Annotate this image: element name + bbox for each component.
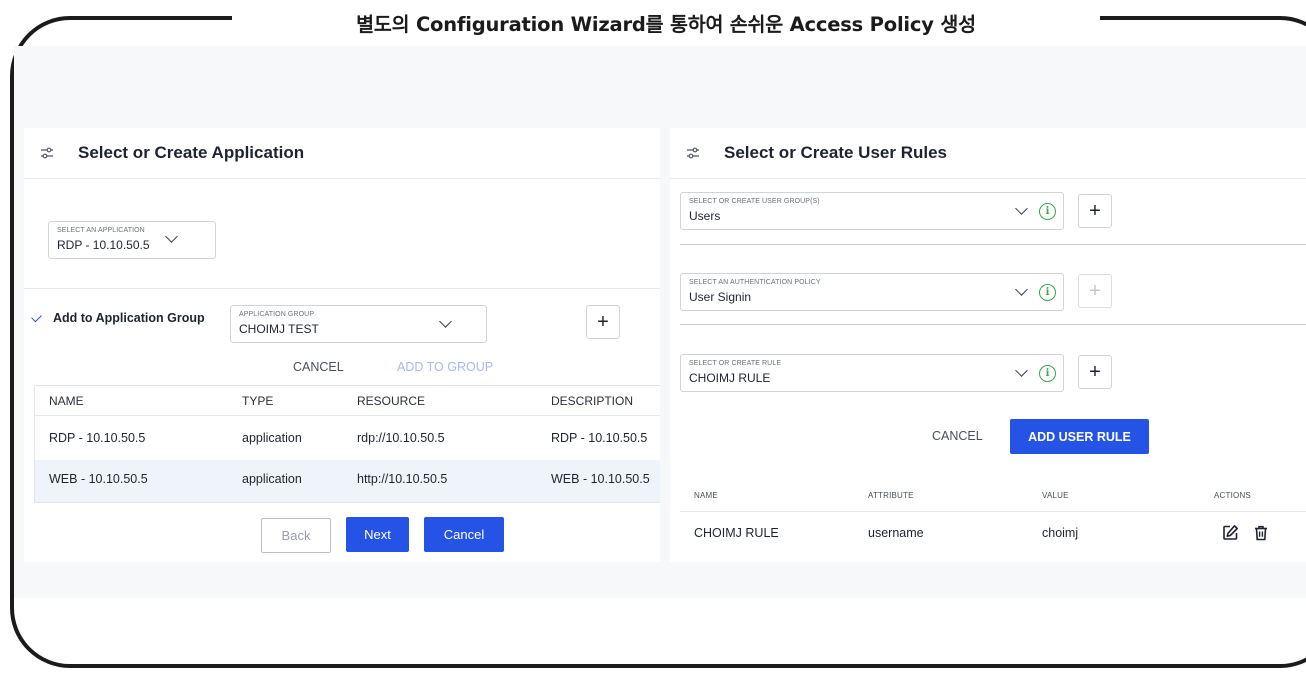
user-group-select-value: Users	[689, 209, 721, 223]
panel-header: Select or Create User Rules	[670, 128, 1306, 179]
panel-title: Select or Create User Rules	[724, 143, 947, 162]
next-button[interactable]: Next	[346, 517, 409, 552]
select-user-rules-panel: Select or Create User Rules SELECT OR CR…	[670, 128, 1306, 562]
add-to-group-checkbox[interactable]: Add to Application Group	[31, 311, 205, 325]
table-row-selected[interactable]: WEB - 10.10.50.5 application http://10.1…	[35, 460, 660, 502]
cancel-button[interactable]: Cancel	[424, 517, 504, 552]
column-header-attribute: ATTRIBUTE	[868, 491, 914, 500]
add-rule-button[interactable]: +	[1078, 355, 1112, 389]
plus-icon: +	[1089, 360, 1101, 383]
cancel-rule-button[interactable]: CANCEL	[932, 429, 983, 443]
column-header-type: TYPE	[242, 394, 274, 408]
panel-title: Select or Create Application	[78, 143, 305, 162]
info-icon[interactable]: i	[1039, 284, 1056, 301]
table-header-row: NAME TYPE RESOURCE DESCRIPTION	[35, 386, 660, 416]
rules-table-divider	[680, 511, 1306, 512]
filter-sliders-icon	[686, 146, 706, 160]
column-header-description: DESCRIPTION	[551, 394, 634, 408]
add-authentication-policy-button[interactable]: +	[1078, 274, 1112, 308]
add-application-group-button[interactable]: +	[586, 305, 620, 339]
banner-title: 별도의 Configuration Wizard를 통하여 손쉬운 Access…	[356, 13, 976, 36]
cell-name: RDP - 10.10.50.5	[49, 431, 146, 445]
info-icon[interactable]: i	[1039, 203, 1056, 220]
section-divider	[680, 324, 1306, 325]
edit-icon[interactable]	[1222, 524, 1239, 546]
chevron-down-icon	[1015, 202, 1028, 215]
authentication-policy-select[interactable]: SELECT AN AUTHENTICATION POLICY User Sig…	[680, 273, 1064, 311]
chevron-down-icon	[1015, 364, 1028, 377]
rule-select[interactable]: SELECT OR CREATE RULE CHOIMJ RULE i	[680, 354, 1064, 392]
cell-value: choimj	[1042, 526, 1079, 540]
authentication-policy-select-label: SELECT AN AUTHENTICATION POLICY	[689, 279, 821, 286]
application-group-select-value: CHOIMJ TEST	[239, 322, 319, 336]
cell-name: CHOIMJ RULE	[694, 526, 779, 540]
panel-header: Select or Create Application	[24, 128, 660, 179]
filter-sliders-icon	[40, 146, 60, 160]
application-select-label: SELECT AN APPLICATION	[57, 227, 145, 234]
rule-select-value: CHOIMJ RULE	[689, 371, 771, 385]
trash-icon[interactable]	[1254, 525, 1268, 546]
chevron-down-icon	[1015, 283, 1028, 296]
cell-type: application	[242, 431, 302, 445]
rule-select-label: SELECT OR CREATE RULE	[689, 360, 782, 367]
plus-icon: +	[597, 310, 609, 333]
plus-icon: +	[1089, 279, 1101, 302]
cell-description: RDP - 10.10.50.5	[551, 431, 648, 445]
cell-resource: rdp://10.10.50.5	[357, 431, 445, 445]
user-group-select[interactable]: SELECT OR CREATE USER GROUP(S) Users i	[680, 192, 1064, 230]
add-to-group-label: Add to Application Group	[53, 311, 205, 325]
info-icon[interactable]: i	[1039, 365, 1056, 382]
application-group-select[interactable]: APPLICATION GROUP CHOIMJ TEST	[230, 305, 487, 343]
application-select-value: RDP - 10.10.50.5	[57, 238, 150, 252]
section-divider	[24, 288, 660, 289]
column-header-resource: RESOURCE	[357, 394, 426, 408]
authentication-policy-select-value: User Signin	[689, 290, 752, 304]
column-header-name: NAME	[694, 491, 718, 500]
column-header-actions: ACTIONS	[1214, 491, 1251, 500]
check-icon	[31, 311, 42, 322]
cell-name: WEB - 10.10.50.5	[49, 472, 148, 486]
cell-attribute: username	[868, 526, 924, 540]
cell-resource: http://10.10.50.5	[357, 472, 448, 486]
column-header-value: VALUE	[1042, 491, 1069, 500]
section-divider	[680, 244, 1306, 245]
add-user-rule-button[interactable]: ADD USER RULE	[1010, 419, 1149, 454]
plus-icon: +	[1089, 199, 1101, 222]
back-button[interactable]: Back	[261, 518, 331, 553]
column-header-name: NAME	[49, 394, 84, 408]
cell-description: WEB - 10.10.50.5	[551, 472, 650, 486]
cell-type: application	[242, 472, 302, 486]
table-row[interactable]: RDP - 10.10.50.5 application rdp://10.10…	[35, 417, 660, 460]
add-user-group-button[interactable]: +	[1078, 194, 1112, 228]
application-table: NAME TYPE RESOURCE DESCRIPTION RDP - 10.…	[34, 385, 660, 503]
chevron-down-icon	[165, 230, 178, 243]
cancel-group-button[interactable]: CANCEL	[293, 360, 344, 374]
user-group-select-label: SELECT OR CREATE USER GROUP(S)	[689, 198, 820, 205]
chevron-down-icon	[439, 315, 452, 328]
add-to-group-button[interactable]: ADD TO GROUP	[397, 360, 493, 374]
application-select[interactable]: SELECT AN APPLICATION RDP - 10.10.50.5	[48, 221, 216, 259]
application-group-select-label: APPLICATION GROUP	[239, 311, 315, 318]
